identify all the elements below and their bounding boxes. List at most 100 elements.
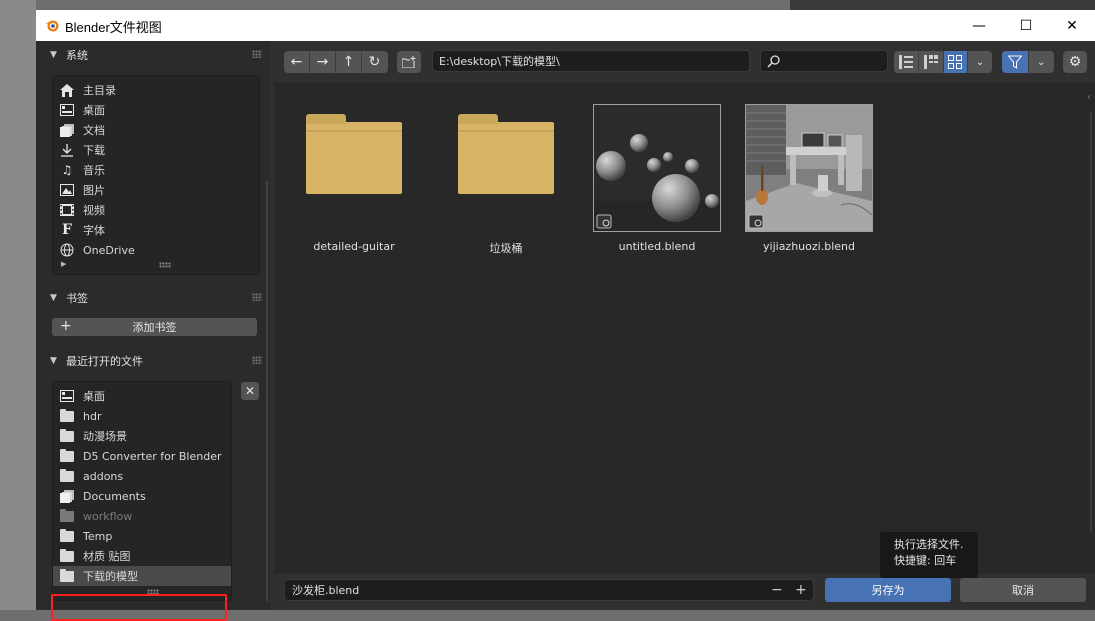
clear-recent-button[interactable]: ✕ — [241, 382, 259, 400]
sidebar-item-desktop[interactable]: 桌面 — [59, 100, 253, 120]
minimize-icon: — — [972, 17, 986, 34]
recent-item-downloaded-models[interactable]: 下载的模型 — [53, 566, 231, 586]
download-icon — [59, 143, 75, 157]
tooltip: 执行选择文件. 快捷键: 回车 — [880, 532, 978, 578]
sidebar-scrollbar[interactable] — [266, 181, 268, 601]
file-tile-trash[interactable]: 垃圾桶 — [431, 94, 581, 264]
desktop-icon — [59, 103, 75, 117]
sidebar-item-label: 视频 — [83, 204, 105, 217]
sidebar-item-documents[interactable]: 文档 — [59, 120, 253, 140]
increment-button[interactable]: + — [795, 582, 807, 598]
refresh-button[interactable]: ↻ — [362, 51, 387, 73]
folder-icon — [59, 468, 75, 483]
panel-header-system[interactable]: ▼ 系统 — [44, 43, 266, 67]
forward-button[interactable]: → — [310, 51, 336, 73]
decrement-button[interactable]: − — [771, 582, 783, 598]
recent-item-label: 桌面 — [83, 390, 105, 403]
desktop-icon — [59, 389, 75, 403]
close-icon: ✕ — [244, 384, 256, 398]
plus-icon: + — [60, 318, 72, 334]
chevron-down-icon: ⌄ — [1037, 56, 1046, 68]
recent-item-label: workflow — [83, 509, 133, 523]
list-vertical-icon — [898, 55, 913, 69]
add-bookmark-button[interactable]: + 添加书签 — [52, 318, 257, 336]
settings-button[interactable]: ⚙ — [1063, 51, 1087, 73]
recent-item-anime-scene[interactable]: 动漫场景 — [59, 426, 231, 446]
folder-icon — [59, 548, 75, 563]
display-options-dropdown[interactable]: ⌄ — [968, 51, 992, 73]
search-icon — [767, 55, 780, 68]
recent-item-label: 下载的模型 — [83, 570, 138, 583]
add-bookmark-label: 添加书签 — [132, 321, 177, 334]
directory-path-input[interactable]: E:\desktop\下载的模型\ — [432, 50, 750, 72]
sidebar-item-videos[interactable]: 视频 — [59, 200, 253, 220]
folder-icon — [59, 448, 75, 463]
folder-icon — [59, 568, 75, 583]
sidebar-item-pictures[interactable]: 图片 — [59, 180, 253, 200]
home-icon — [59, 83, 75, 97]
thumbnails-button[interactable] — [943, 51, 969, 73]
panel-header-bookmarks[interactable]: ▼ 书签 — [44, 286, 266, 310]
maximize-button[interactable]: ☐ — [1003, 10, 1049, 41]
filter-icon — [1007, 55, 1022, 69]
expand-arrow-icon[interactable]: ▶ — [61, 260, 66, 268]
filter-options-dropdown[interactable]: ⌄ — [1029, 51, 1055, 73]
sidebar-item-label: 字体 — [83, 224, 105, 237]
minimize-button[interactable]: — — [956, 10, 1002, 41]
recent-item-desktop[interactable]: 桌面 — [59, 386, 231, 406]
sidebar-item-label: 文档 — [83, 124, 105, 137]
close-icon: ✕ — [1066, 17, 1078, 34]
main-scrollbar[interactable] — [1090, 112, 1092, 532]
sidebar-item-fonts[interactable]: F 字体 — [59, 220, 253, 240]
horizontal-list-button[interactable] — [918, 51, 944, 73]
new-folder-button[interactable] — [397, 51, 421, 73]
save-as-label: 另存为 — [871, 584, 905, 597]
recent-item-label: addons — [83, 469, 124, 483]
search-input[interactable] — [760, 50, 888, 72]
folder-icon — [458, 114, 554, 194]
maximize-icon: ☐ — [1019, 17, 1033, 34]
folder-icon — [59, 508, 75, 523]
drag-grip-icon[interactable] — [252, 356, 262, 364]
recent-item-d5-converter[interactable]: D5 Converter for Blender — [59, 446, 231, 466]
recent-item-materials[interactable]: 材质 贴图 — [59, 546, 231, 566]
recent-item-workflow[interactable]: workflow — [59, 506, 231, 526]
title-bar: Blender文件视图 — ☐ ✕ — [36, 10, 1095, 41]
file-tile-untitled-blend[interactable]: untitled.blend — [582, 94, 732, 264]
sidebar-item-downloads[interactable]: 下载 — [59, 140, 253, 160]
recent-item-addons[interactable]: addons — [59, 466, 231, 486]
sidebar-item-home[interactable]: 主目录 — [59, 80, 253, 100]
panel-header-recent[interactable]: ▼ 最近打开的文件 — [44, 349, 266, 373]
resize-grip-icon[interactable] — [159, 262, 171, 268]
close-window-button[interactable]: ✕ — [1049, 10, 1095, 41]
recent-item-hdr[interactable]: hdr — [59, 406, 231, 426]
sidebar-item-label: 桌面 — [83, 104, 105, 117]
arrow-left-icon: ← — [290, 54, 303, 70]
sidebar-item-music[interactable]: ♫ 音乐 — [59, 160, 253, 180]
cancel-button[interactable]: 取消 — [960, 578, 1086, 602]
file-name: detailed-guitar — [313, 240, 395, 253]
drag-grip-icon[interactable] — [252, 50, 262, 58]
filename-input[interactable]: 沙发柜.blend − + — [284, 579, 814, 601]
recent-item-label: Temp — [83, 529, 113, 543]
back-button[interactable]: ← — [284, 51, 310, 73]
blender-logo-icon — [45, 20, 59, 32]
file-name: untitled.blend — [618, 240, 696, 253]
filter-toggle-button[interactable] — [1002, 51, 1029, 73]
sidebar-item-onedrive[interactable]: OneDrive — [59, 240, 253, 260]
collapse-sidebar-icon[interactable]: ‹ — [1087, 92, 1091, 103]
arrow-up-icon: ↑ — [342, 54, 355, 70]
cancel-label: 取消 — [1012, 584, 1034, 597]
vertical-list-button[interactable] — [894, 51, 919, 73]
parent-directory-button[interactable]: ↑ — [336, 51, 362, 73]
save-as-button[interactable]: 另存为 — [825, 578, 951, 602]
recent-item-documents[interactable]: Documents — [59, 486, 231, 506]
file-browser-window: Blender文件视图 — ☐ ✕ ▼ 系统 主目录 桌面 文档 下载 ♫ 音乐… — [36, 10, 1095, 621]
recent-item-temp[interactable]: Temp — [59, 526, 231, 546]
recent-list: 桌面 hdr 动漫场景 D5 Converter for Blender add… — [52, 381, 232, 601]
filter-group: ⌄ — [1002, 51, 1054, 73]
file-tile-yijiazhuozi-blend[interactable]: yijiazhuozi.blend — [734, 94, 884, 264]
file-tile-detailed-guitar[interactable]: detailed-guitar — [279, 94, 429, 264]
path-value: E:\desktop\下载的模型\ — [439, 55, 560, 68]
drag-grip-icon[interactable] — [252, 293, 262, 301]
